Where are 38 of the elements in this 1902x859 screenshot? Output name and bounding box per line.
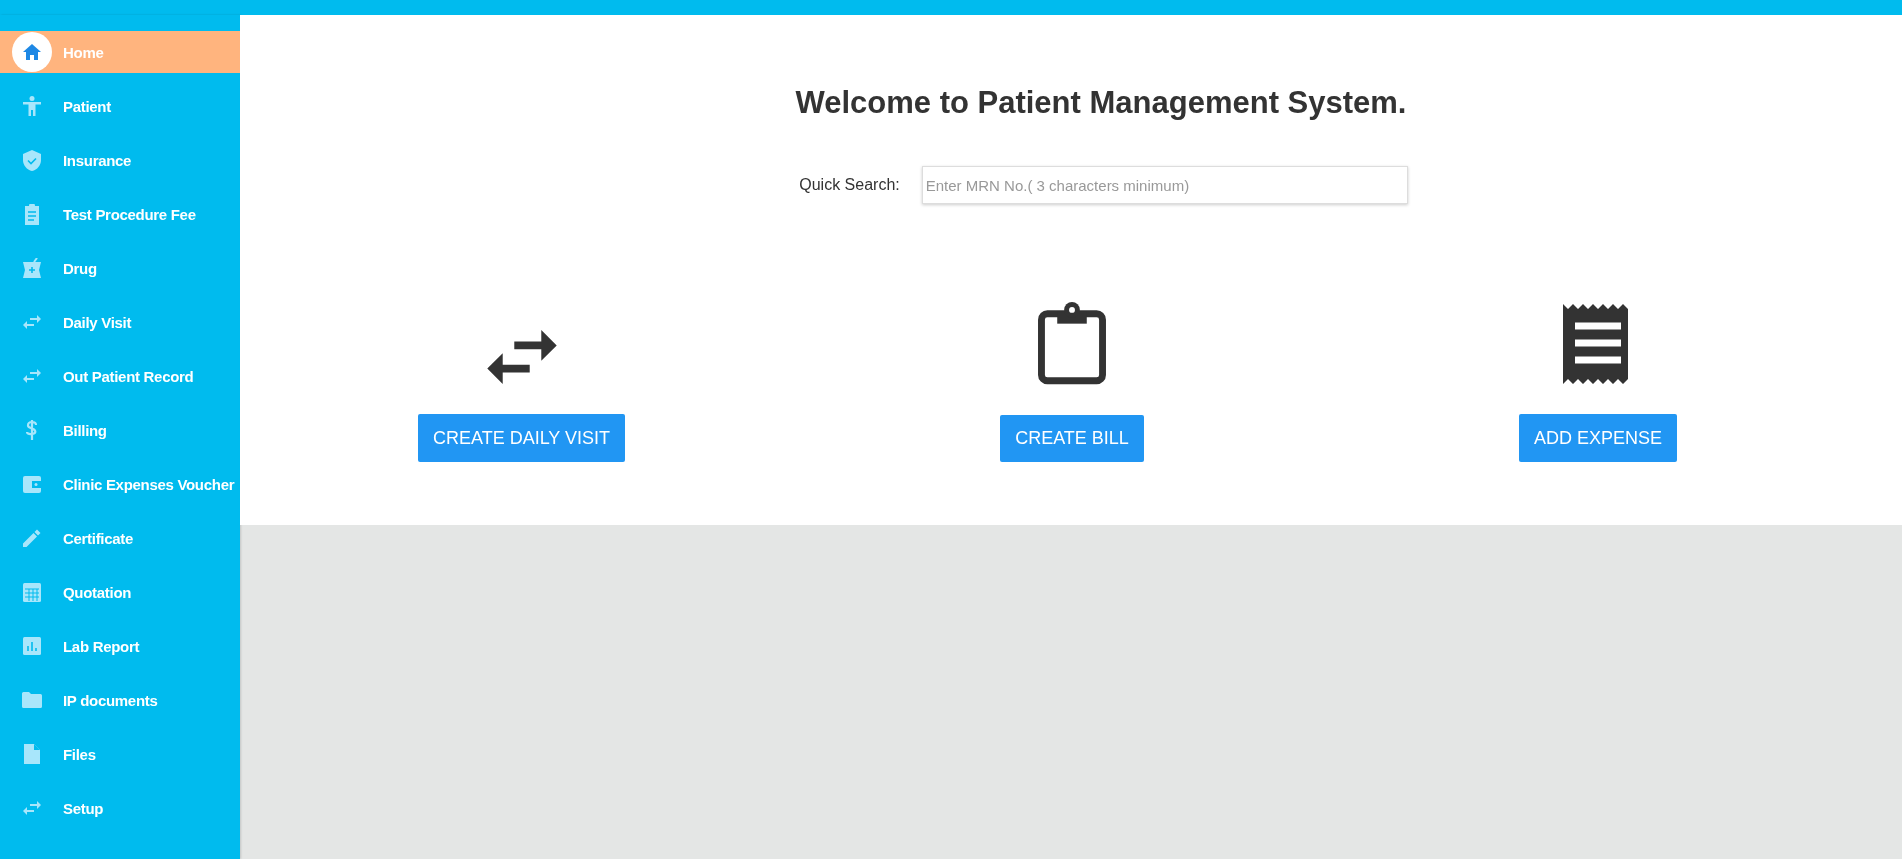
action-button[interactable]: ADD EXPENSE [1518, 414, 1677, 462]
swap-arrows-icon [23, 801, 41, 815]
sidebar-item[interactable]: Certificate [0, 517, 240, 559]
sidebar-item[interactable]: Test Procedure Fee [0, 193, 240, 235]
sidebar-item[interactable]: Out Patient Record [0, 355, 240, 397]
home-icon [23, 44, 41, 60]
wallet-icon [23, 475, 41, 493]
clipboard-icon [1037, 302, 1107, 385]
sidebar-item[interactable]: Home [0, 31, 240, 73]
pencil-icon [23, 529, 41, 547]
swap-arrows-icon [23, 315, 41, 329]
action-button[interactable]: CREATE DAILY VISIT [418, 414, 626, 462]
dollar-icon [26, 420, 38, 440]
sidebar-item[interactable]: Billing [0, 409, 240, 451]
mortar-icon [23, 258, 41, 278]
clipboard-icon [23, 203, 41, 225]
sidebar-item[interactable]: Quotation [0, 571, 240, 613]
sidebar-item[interactable]: Files [0, 733, 240, 775]
quick-search-field[interactable]: Enter MRN No.( 3 characters minimum) [921, 166, 1408, 204]
swap-arrows-icon [23, 369, 41, 383]
bar-chart-icon [23, 637, 41, 655]
sidebar-item[interactable]: Setup [0, 787, 240, 829]
page-title: Welcome to Patient Management System. [794, 85, 1408, 121]
person-icon [23, 96, 41, 116]
shield-icon [23, 149, 41, 171]
sidebar-item[interactable]: Daily Visit [0, 301, 240, 343]
action-button[interactable]: CREATE BILL [1000, 414, 1144, 462]
sidebar-item[interactable]: Clinic Expenses Voucher [0, 463, 240, 505]
sidebar-item[interactable]: Drug [0, 247, 240, 289]
sidebar-item[interactable]: Insurance [0, 139, 240, 181]
calculator-icon [23, 582, 41, 602]
swap-arrows-icon [486, 330, 557, 384]
folder-icon [22, 692, 42, 708]
sidebar-item[interactable]: Patient [0, 85, 240, 127]
sidebar-item[interactable]: Lab Report [0, 625, 240, 667]
file-icon [24, 744, 40, 764]
quick-search-label: Quick Search: [799, 176, 900, 194]
sidebar-item[interactable]: IP documents [0, 679, 240, 721]
